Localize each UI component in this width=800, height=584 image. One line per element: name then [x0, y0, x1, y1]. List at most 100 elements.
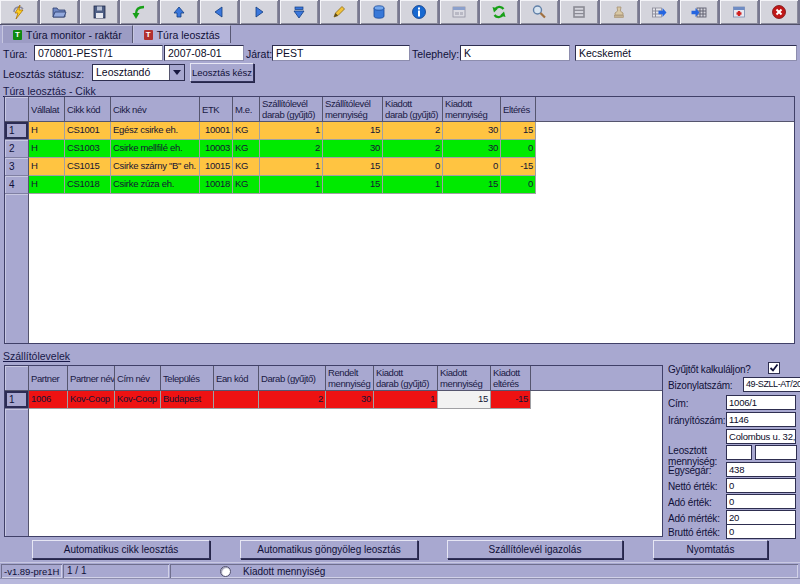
leosztott-mennyiseg-input-2[interactable]: [755, 445, 797, 460]
iranyitoszam-input[interactable]: 1146: [726, 412, 796, 427]
leosztott-mennyiseg-input-1[interactable]: [726, 445, 752, 460]
netto-ertek-input[interactable]: 0: [726, 478, 796, 493]
tura-date-input[interactable]: 2007-08-01: [164, 45, 244, 61]
info-button[interactable]: [400, 0, 438, 24]
column-header[interactable]: Kiadott eltérés: [491, 366, 531, 390]
table-cell[interactable]: 30: [443, 122, 501, 140]
table-cell[interactable]: 1006: [29, 391, 68, 409]
jarat-input[interactable]: PEST: [272, 45, 410, 61]
table-cell[interactable]: 15: [323, 122, 383, 140]
table-cell[interactable]: 15: [438, 391, 491, 409]
column-header[interactable]: M.e.: [233, 97, 260, 121]
automatikus-cikk-leosztas-button[interactable]: Automatikus cikk leosztás: [32, 540, 210, 559]
telephely-name-input[interactable]: Kecskemét: [575, 45, 797, 61]
table-cell[interactable]: Egész csirke eh.: [111, 122, 200, 140]
table-cell[interactable]: 15: [501, 122, 536, 140]
table-cell[interactable]: 2: [383, 122, 443, 140]
ado-mertek-input[interactable]: 20: [726, 510, 796, 525]
column-header[interactable]: Kiadott darab (gyűjtő): [374, 366, 438, 390]
column-header[interactable]: ETK: [200, 97, 233, 121]
szallitolevelek-grid[interactable]: PartnerPartner névCím névTelepülésEan kó…: [4, 365, 663, 537]
table-cell[interactable]: CS1018: [65, 176, 111, 194]
column-header[interactable]: Partner: [29, 366, 68, 390]
table-cell[interactable]: KG: [233, 140, 260, 158]
table-cell[interactable]: Csirke zúza eh.: [111, 176, 200, 194]
exit-button[interactable]: [760, 0, 798, 24]
column-header[interactable]: Szállítólevél darab (gyűjtő): [260, 97, 323, 121]
table-cell[interactable]: 15: [323, 176, 383, 194]
table-cell[interactable]: KG: [233, 158, 260, 176]
utca-input[interactable]: Colombus u. 32,: [726, 429, 796, 444]
import-table-button[interactable]: [680, 0, 718, 24]
tab-tura-monitor[interactable]: T Túra monitor - raktár: [2, 25, 133, 43]
table-row[interactable]: 3HCS1015Csirke szárny "B" eh.10015KG1150…: [5, 158, 794, 176]
column-header[interactable]: Cikk kód: [65, 97, 111, 121]
table-cell[interactable]: 1: [383, 176, 443, 194]
dropdown-button[interactable]: [169, 65, 184, 80]
automatikus-gongyoleg-leosztas-button[interactable]: Automatikus göngyöleg leosztás: [240, 540, 418, 559]
table-cell[interactable]: 0: [383, 158, 443, 176]
table-cell[interactable]: CS1003: [65, 140, 111, 158]
open-button[interactable]: [40, 0, 78, 24]
column-header[interactable]: Vállalat: [29, 97, 65, 121]
table-cell[interactable]: -15: [491, 391, 531, 409]
column-header[interactable]: Cikk név: [111, 97, 200, 121]
table-cell[interactable]: H: [29, 176, 65, 194]
table-cell[interactable]: 10018: [200, 176, 233, 194]
table-cell[interactable]: 2: [383, 140, 443, 158]
table-cell[interactable]: Kov-Coop: [115, 391, 161, 409]
column-header[interactable]: Darab (gyűjtő): [259, 366, 326, 390]
table-cell[interactable]: 2: [259, 391, 326, 409]
column-header[interactable]: Kiadott mennyiség: [443, 97, 501, 121]
column-header[interactable]: Cím név: [115, 366, 161, 390]
prior-record-button[interactable]: [200, 0, 238, 24]
gyujto-kalkulaljon-checkbox[interactable]: [768, 362, 780, 374]
table-row[interactable]: 4HCS1018Csirke zúza eh.10018KG1151150: [5, 176, 794, 194]
first-record-button[interactable]: [160, 0, 198, 24]
table-cell[interactable]: CS1001: [65, 122, 111, 140]
telephely-code-input[interactable]: K: [460, 45, 570, 61]
table-cell[interactable]: 30: [323, 140, 383, 158]
table-cell[interactable]: 0: [443, 158, 501, 176]
table-cell[interactable]: 15: [323, 158, 383, 176]
stamp-button[interactable]: [600, 0, 638, 24]
column-header[interactable]: Ean kód: [214, 366, 259, 390]
brutto-ertek-input[interactable]: 0: [726, 524, 796, 539]
table-cell[interactable]: 2: [260, 140, 323, 158]
search-button[interactable]: [520, 0, 558, 24]
column-header[interactable]: Eltérés: [501, 97, 536, 121]
last-record-button[interactable]: [280, 0, 318, 24]
column-header[interactable]: Partner név: [68, 366, 115, 390]
table-cell[interactable]: 15: [443, 176, 501, 194]
tab-tura-leosztas[interactable]: T Túra leosztás: [133, 25, 231, 43]
table-cell[interactable]: Csirke szárny "B" eh.: [111, 158, 200, 176]
table-cell[interactable]: 1: [260, 158, 323, 176]
kiadott-mennyiseg-radio[interactable]: [220, 566, 231, 577]
ado-ertek-input[interactable]: 0: [726, 494, 796, 509]
column-header[interactable]: Település: [161, 366, 214, 390]
table-cell[interactable]: 30: [326, 391, 374, 409]
table-cell[interactable]: Kov-Coop: [68, 391, 115, 409]
table-cell[interactable]: 0: [501, 140, 536, 158]
table-cell[interactable]: -15: [501, 158, 536, 176]
nyomtatas-button[interactable]: Nyomtatás: [653, 540, 768, 559]
table-cell[interactable]: H: [29, 140, 65, 158]
new-window-button[interactable]: [720, 0, 758, 24]
column-header[interactable]: Kiadott mennyiség: [438, 366, 491, 390]
column-header[interactable]: Szállítólevél mennyiség: [323, 97, 383, 121]
table-cell[interactable]: H: [29, 122, 65, 140]
table-cell[interactable]: H: [29, 158, 65, 176]
refresh-button[interactable]: [480, 0, 518, 24]
grid-view-button[interactable]: [560, 0, 598, 24]
table-cell[interactable]: 10003: [200, 140, 233, 158]
export-table-button[interactable]: [640, 0, 678, 24]
cim-input[interactable]: 1006/1: [726, 395, 796, 410]
table-cell[interactable]: 1: [374, 391, 438, 409]
table-row[interactable]: 11006Kov-CoopKov-CoopBudapest230115-15: [5, 391, 662, 409]
column-header[interactable]: Rendelt mennyiség: [326, 366, 374, 390]
cikk-grid[interactable]: VállalatCikk kódCikk névETKM.e.Szállítól…: [4, 96, 795, 344]
table-cell[interactable]: 1: [260, 176, 323, 194]
table-cell[interactable]: [214, 391, 259, 409]
bizonylatszam-input[interactable]: 49-SZLL-AT/2007: [743, 377, 800, 392]
leosztas-kesz-button[interactable]: Leosztás kész: [190, 63, 254, 82]
